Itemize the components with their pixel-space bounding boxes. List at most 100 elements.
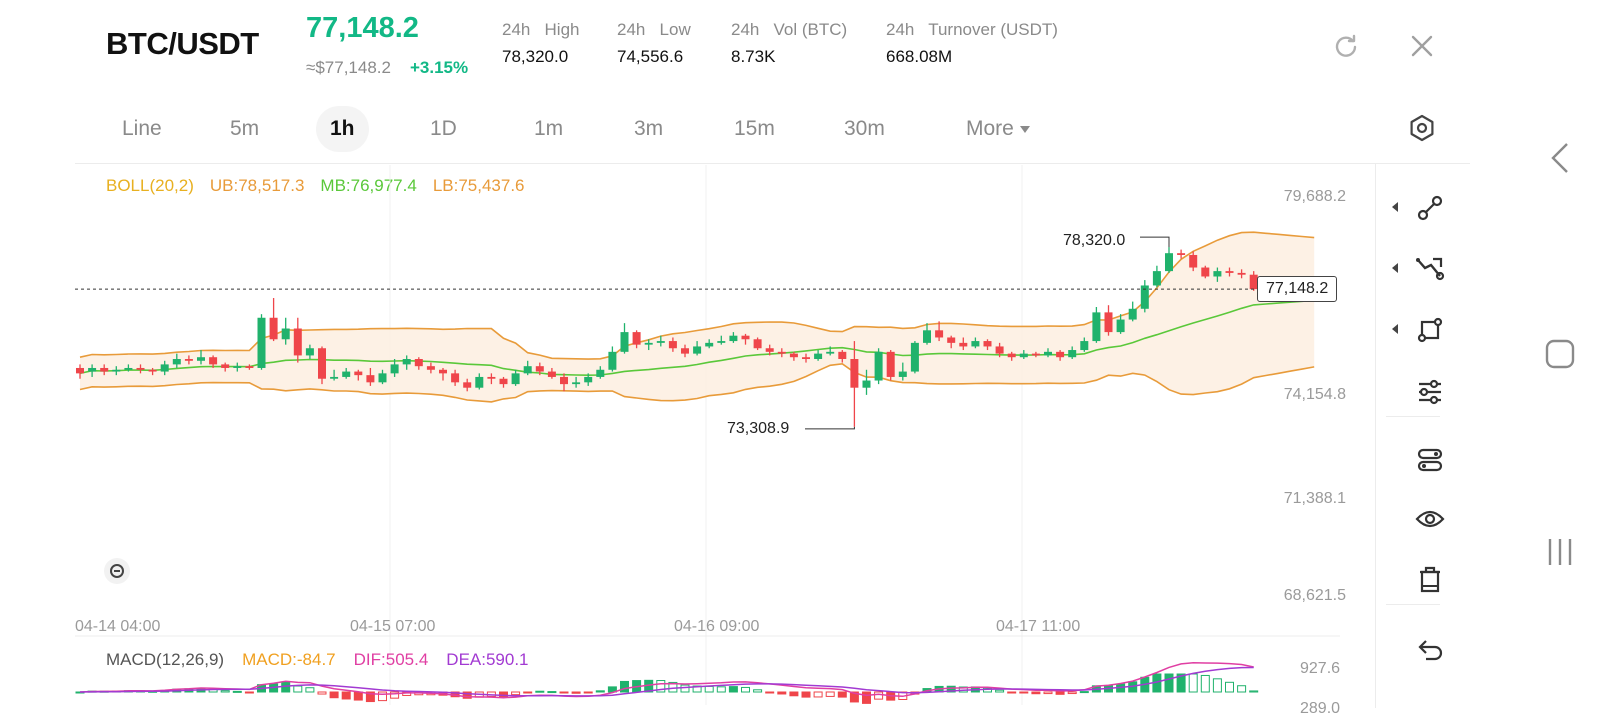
macd-histogram-bar: [716, 686, 726, 693]
candle-body: [414, 359, 423, 367]
macd-histogram-bar: [511, 691, 521, 696]
trend-tool-icon: [1416, 257, 1445, 281]
candle: [608, 346, 617, 372]
candle-body: [910, 342, 919, 372]
candle: [910, 341, 919, 374]
candle-body: [995, 346, 1004, 354]
macd-histogram-bar: [1007, 691, 1017, 694]
undo-button[interactable]: [1410, 630, 1450, 670]
visibility-button[interactable]: [1410, 499, 1450, 539]
magnet-icon: [110, 564, 124, 578]
system-home-button[interactable]: [1540, 334, 1580, 374]
macd-histogram-bar: [1188, 673, 1198, 693]
macd-histogram-bar: [244, 691, 254, 694]
candle-body: [1165, 253, 1173, 272]
candle-body: [898, 371, 907, 377]
macd-histogram-bar: [777, 691, 787, 695]
candle: [269, 298, 278, 342]
macd-histogram-bar: [837, 691, 847, 698]
macd-histogram-bar: [571, 691, 581, 694]
macd-histogram-bar: [862, 691, 871, 704]
candle-body: [1128, 308, 1137, 320]
candle-body: [426, 366, 435, 370]
shape-tool-button[interactable]: [1410, 310, 1450, 350]
candle-body: [935, 330, 944, 338]
candle-body: [172, 359, 181, 365]
indicator-settings-button[interactable]: [1410, 372, 1450, 412]
y-tick: 71,388.1: [1283, 490, 1346, 507]
template-icon: [1417, 448, 1443, 472]
candle-body: [753, 339, 762, 349]
system-back-button[interactable]: [1540, 138, 1580, 178]
trend-tool-button[interactable]: [1410, 249, 1450, 289]
macd-histogram-bar: [1019, 691, 1029, 694]
candle-body: [1177, 253, 1186, 255]
system-recents-button[interactable]: [1540, 532, 1580, 572]
template-button[interactable]: [1410, 440, 1450, 480]
y-tick: 74,154.8: [1283, 386, 1346, 403]
macd-histogram-bar: [704, 685, 714, 693]
candle-body: [1092, 312, 1101, 342]
candle-body: [886, 351, 895, 377]
eye-icon: [1415, 510, 1445, 528]
macd-histogram-bar: [317, 691, 327, 695]
delete-drawings-button[interactable]: [1410, 560, 1450, 600]
candle-body: [257, 317, 266, 368]
macd-histogram-bar: [583, 691, 593, 694]
candle-body: [487, 376, 496, 379]
macd-histogram-bar: [329, 691, 339, 699]
toolbar-separator: [1386, 604, 1440, 605]
candle-body: [862, 380, 871, 388]
macd-name: MACD(12,26,9): [106, 650, 225, 669]
candle-body: [269, 317, 278, 340]
candle-body: [632, 332, 641, 345]
candle-body: [451, 373, 460, 383]
y-tick: 68,621.5: [1283, 587, 1346, 604]
candle-body: [1104, 312, 1113, 333]
expand-caret-icon: [1392, 202, 1398, 212]
candle-body: [850, 359, 859, 388]
macd-histogram-bar: [620, 680, 629, 693]
candle-body: [439, 369, 447, 374]
candle-body: [1080, 341, 1089, 351]
macd-histogram-bar: [595, 690, 605, 693]
macd-histogram-bar: [1055, 691, 1065, 695]
candle-body: [535, 366, 544, 372]
candle-body: [463, 382, 472, 388]
shape-tool-icon: [1417, 317, 1443, 343]
candle-body: [305, 348, 314, 356]
candle: [1092, 306, 1101, 343]
candle-body: [390, 364, 399, 374]
macd-histogram-bar: [741, 686, 750, 693]
candle-body: [814, 353, 823, 360]
candle-body: [1213, 271, 1222, 277]
macd-histogram-bar: [220, 690, 230, 693]
candle-body: [160, 364, 169, 372]
candle-body: [100, 367, 109, 372]
candle: [318, 346, 326, 385]
low-marker-line: [805, 426, 855, 430]
candle: [1152, 265, 1161, 288]
candle-body: [584, 376, 593, 383]
candle: [620, 323, 629, 354]
candle-body: [620, 332, 629, 352]
candle-body: [1044, 351, 1052, 356]
magnet-toggle[interactable]: [104, 558, 130, 584]
candle-body: [560, 376, 568, 385]
toolbar-separator: [1386, 416, 1440, 417]
candle-body: [148, 369, 157, 372]
candlestick-chart[interactable]: [0, 0, 1600, 720]
macd-histogram-bar: [680, 684, 690, 693]
candle-body: [959, 342, 968, 347]
macd-histogram-bar: [789, 691, 799, 697]
macd-tick: 927.6: [1300, 660, 1341, 677]
line-tool-button[interactable]: [1410, 188, 1450, 228]
candle-body: [1116, 319, 1125, 333]
expand-caret-icon: [1392, 324, 1398, 334]
candle-body: [789, 353, 798, 358]
candle: [753, 337, 762, 351]
candle: [1165, 247, 1173, 273]
macd-histogram-bar: [1079, 691, 1089, 694]
candle-body: [923, 330, 931, 343]
y-tick: 79,688.2: [1283, 188, 1346, 205]
